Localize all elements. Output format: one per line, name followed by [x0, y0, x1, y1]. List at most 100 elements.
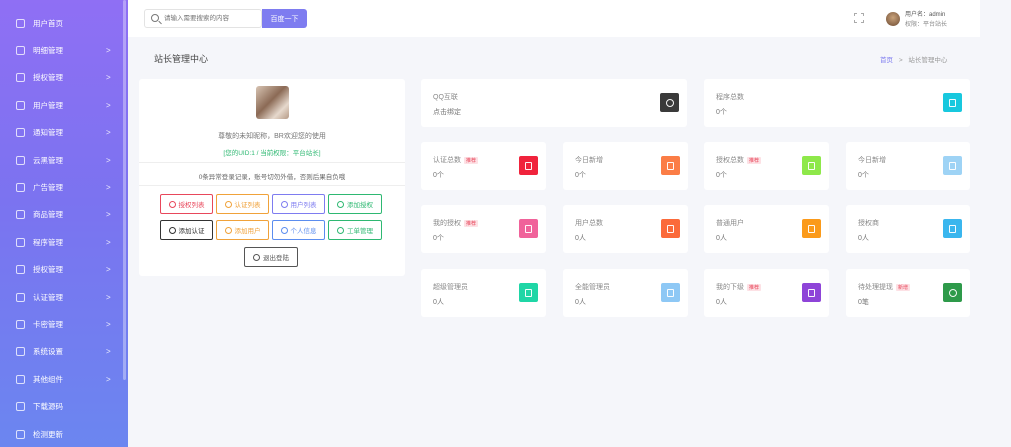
stat-label-wrap: 认证总数 推荐 — [433, 155, 479, 165]
stat-card[interactable]: 全能管理员 0人 — [563, 269, 688, 317]
stat-card[interactable]: 普通用户 0人 — [704, 205, 829, 253]
sidebar-item-2[interactable]: 授权管理 > — [0, 67, 128, 89]
card-icon — [16, 319, 25, 329]
button-icon — [224, 226, 232, 234]
profile-button-7[interactable]: 工单管理 — [328, 220, 382, 240]
sidebar-item-label: 授权管理 — [33, 265, 63, 275]
sidebar-item-10[interactable]: 认证管理 > — [0, 286, 128, 308]
stat-card[interactable]: 认证总数 推荐 0个 — [421, 142, 546, 190]
profile-button-1[interactable]: 认证列表 — [216, 194, 269, 214]
stat-card[interactable]: 程序总数 0个 — [704, 79, 970, 127]
divider — [139, 185, 405, 186]
stat-value: 0个 — [575, 172, 586, 179]
stat-card[interactable]: QQ互联点击绑定 — [421, 79, 687, 127]
stat-value: 点击绑定 — [433, 109, 461, 116]
document-icon — [943, 156, 962, 175]
stat-label-wrap: 授权商 — [858, 218, 879, 228]
stat-badge: 推荐 — [464, 219, 479, 227]
sidebar-item-7[interactable]: 商品管理 > — [0, 204, 128, 226]
stat-card[interactable]: 我的授权 推荐 0个 — [421, 205, 546, 253]
profile-button-0[interactable]: 授权列表 — [160, 194, 213, 214]
profile-button-8[interactable]: 退出登陆 — [244, 247, 298, 267]
profile-button-3[interactable]: 添加授权 — [328, 194, 382, 214]
stat-label: 普通用户 — [716, 220, 744, 227]
sidebar-item-12[interactable]: 系统设置 > — [0, 341, 128, 363]
welcome-text: 尊敬的未知昵称，BR欢迎您的使用 — [218, 133, 326, 140]
verify-icon — [16, 292, 25, 302]
button-label: 添加用户 — [234, 228, 261, 235]
avatar — [886, 11, 900, 26]
stat-label: 今日新增 — [575, 157, 603, 164]
stat-label-wrap: QQ互联 — [433, 92, 458, 102]
chevron-right-icon: > — [106, 265, 111, 275]
chevron-right-icon: > — [106, 100, 111, 110]
button-label: 认证列表 — [234, 202, 261, 209]
user-role: 权限：平台站长 — [905, 22, 948, 28]
stat-value: 0个 — [433, 172, 444, 179]
document-icon — [519, 219, 538, 238]
profile-button-2[interactable]: 用户列表 — [272, 194, 325, 214]
stat-value: 0个 — [433, 235, 444, 242]
list-icon — [16, 45, 25, 55]
stat-label-wrap: 普通用户 — [716, 218, 744, 228]
sidebar-item-14[interactable]: 下载源码 — [0, 396, 128, 418]
sidebar-item-9[interactable]: 授权管理 > — [0, 259, 128, 281]
stat-card[interactable]: 今日新增 0个 — [846, 142, 970, 190]
sidebar-item-13[interactable]: 其他组件 > — [0, 368, 128, 390]
search-button[interactable]: 百度一下 — [262, 9, 307, 28]
stat-label-wrap: 用户总数 — [575, 218, 603, 228]
stat-card[interactable]: 授权总数 推荐 0个 — [704, 142, 829, 190]
breadcrumb-home[interactable]: 首页 — [880, 57, 893, 64]
document-icon — [519, 283, 538, 302]
home-icon — [16, 18, 25, 28]
button-label: 授权列表 — [178, 202, 205, 209]
sidebar-item-1[interactable]: 明细管理 > — [0, 39, 128, 61]
sidebar-item-8[interactable]: 程序管理 > — [0, 231, 128, 253]
profile-button-4[interactable]: 添加认证 — [160, 220, 213, 240]
button-icon — [337, 200, 344, 208]
qq-icon — [660, 93, 679, 112]
stat-label-wrap: 程序总数 — [716, 92, 744, 102]
profile-button-5[interactable]: 添加用户 — [216, 220, 269, 240]
user-icon — [661, 283, 680, 302]
sidebar-item-4[interactable]: 通知管理 > — [0, 122, 128, 144]
button-icon — [280, 200, 288, 208]
sidebar-item-5[interactable]: 云黑管理 > — [0, 149, 128, 171]
stat-value: 0人 — [858, 235, 869, 242]
sidebar-item-11[interactable]: 卡密管理 > — [0, 313, 128, 335]
button-icon — [280, 226, 288, 234]
stat-label-wrap: 全能管理员 — [575, 282, 610, 292]
sidebar-item-6[interactable]: 广告管理 > — [0, 176, 128, 198]
button-icon — [337, 226, 344, 234]
document-icon — [802, 156, 821, 175]
button-label: 添加认证 — [178, 228, 205, 235]
sidebar-item-3[interactable]: 用户管理 > — [0, 94, 128, 116]
sidebar-scrollbar[interactable] — [123, 0, 126, 380]
sidebar-item-label: 通知管理 — [33, 128, 63, 138]
stat-card[interactable]: 今日新增 0个 — [563, 142, 688, 190]
chevron-right-icon: > — [106, 347, 111, 357]
sidebar-item-15[interactable]: 检测更新 — [0, 423, 128, 445]
user-menu[interactable]: 用户名：admin 权限：平台站长 — [878, 4, 966, 33]
stat-card[interactable]: 超级管理员 0人 — [421, 269, 546, 317]
button-icon — [168, 226, 176, 234]
stat-card[interactable]: 用户总数 0人 — [563, 205, 688, 253]
stat-card[interactable]: 授权商 0人 — [846, 205, 970, 253]
stat-value: 0人 — [716, 299, 727, 306]
authorize-icon — [16, 73, 25, 83]
search-input[interactable] — [164, 12, 259, 25]
search-icon — [151, 14, 159, 22]
sidebar-item-label: 授权管理 — [33, 73, 63, 83]
stat-card[interactable]: 待处理提现 新增 0笔 — [846, 269, 970, 317]
sidebar-item-label: 检测更新 — [33, 429, 63, 439]
document-icon — [802, 219, 821, 238]
stat-value: 0个 — [716, 109, 727, 116]
stat-badge: 推荐 — [747, 156, 762, 164]
stat-label-wrap: 今日新增 — [858, 155, 886, 165]
fullscreen-icon[interactable] — [854, 13, 864, 23]
search-box — [144, 9, 262, 28]
stat-card[interactable]: 我的下级 推荐 0人 — [704, 269, 829, 317]
profile-button-6[interactable]: 个人信息 — [272, 220, 325, 240]
sidebar-item-0[interactable]: 用户首页 — [0, 12, 128, 34]
stat-label: 我的下级 — [716, 284, 744, 291]
